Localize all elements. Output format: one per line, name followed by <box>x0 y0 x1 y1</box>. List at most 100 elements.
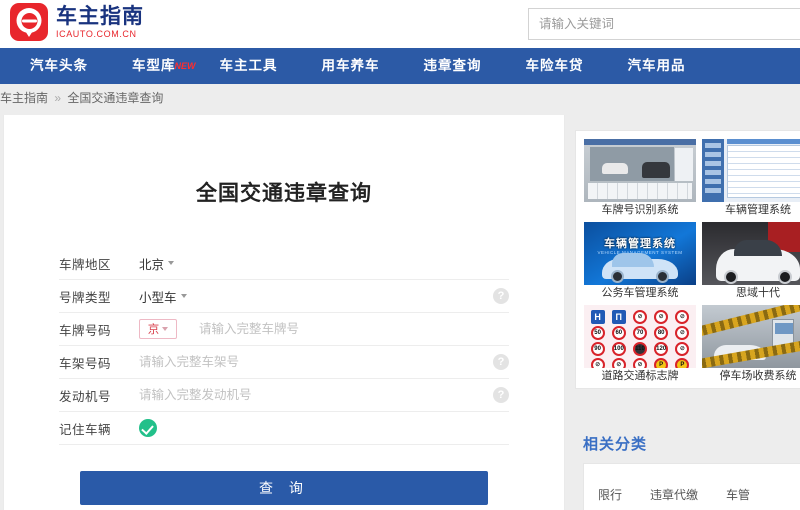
sign-cell: 100 <box>611 342 626 356</box>
gov-card-title: 车辆管理系统 <box>604 238 676 250</box>
breadcrumb-separator: » <box>54 91 62 105</box>
sign-cell: P <box>675 358 690 368</box>
nav-item-models[interactable]: 车型库 NEW <box>110 48 198 84</box>
nav-item-news[interactable]: 汽车头条 <box>8 48 110 84</box>
form-row-remember-vehicle[interactable]: 记住车辆 <box>59 412 509 445</box>
promo-caption: 车牌号识别系统 <box>601 204 679 216</box>
sign-cell: 80 <box>654 326 669 340</box>
nav-item-insurance-loan[interactable]: 车险车贷 <box>504 48 606 84</box>
sign-cell: ⊘ <box>675 310 690 324</box>
chevron-down-icon <box>168 261 175 265</box>
nav-label: 汽车用品 <box>627 58 686 73</box>
sign-cell: 60 <box>611 326 626 340</box>
vin-input[interactable] <box>139 355 509 369</box>
nav-label: 违章查询 <box>423 58 482 73</box>
plate-number-input[interactable] <box>199 322 509 336</box>
promo-item-anpr[interactable]: 车牌号识别系统 <box>584 139 696 218</box>
vms-thumbnail-icon <box>702 139 800 202</box>
violation-query-form: 车牌地区 北京 号牌类型 小型车 ? 车牌号码 京 请输入完整车牌号 车架号码 … <box>59 247 509 505</box>
sign-cell: 120 <box>654 342 669 356</box>
promo-caption: 思域十代 <box>736 287 780 299</box>
sign-cell: P <box>654 358 669 368</box>
sign-cell: П <box>611 310 626 324</box>
site-header: 车主指南 ICAUTO.COM.CN <box>0 0 800 48</box>
nav-label: 汽车头条 <box>30 58 88 73</box>
engine-number-input[interactable] <box>139 388 509 402</box>
promo-item-road-signs[interactable]: H П ⊘ ⊘ ⊘ 50 60 70 80 ⊘ 90 100 110 120 ⊘… <box>584 305 696 384</box>
form-row-plate-type[interactable]: 号牌类型 小型车 ? <box>59 280 509 313</box>
nav-new-badge: NEW <box>174 61 196 71</box>
nav-item-maintenance[interactable]: 用车养车 <box>300 48 402 84</box>
nav-list: 汽车头条 车型库 NEW 车主工具 用车养车 违章查询 车险车贷 汽车用品 <box>0 48 800 84</box>
nav-item-violation-query[interactable]: 违章查询 <box>402 48 504 84</box>
breadcrumb-root[interactable]: 车主指南 <box>0 91 48 105</box>
sign-cell: ⊘ <box>654 310 669 324</box>
site-logo[interactable]: 车主指南 ICAUTO.COM.CN <box>10 3 144 41</box>
help-icon[interactable]: ? <box>493 354 509 370</box>
form-row-vin[interactable]: 车架号码 ? <box>59 346 509 379</box>
page-title: 全国交通违章查询 <box>196 182 372 205</box>
sign-cell: 70 <box>632 326 647 340</box>
gov-fleet-thumbnail-icon: 车辆管理系统 VEHICLE MANAGEMENT SYSTEM <box>584 222 696 285</box>
plate-type-value: 小型车 <box>139 290 177 305</box>
search-box[interactable] <box>528 8 800 40</box>
promo-item-vms[interactable]: 车辆管理系统 <box>702 139 800 218</box>
related-categories-title: 相关分类 <box>583 436 648 453</box>
promo-caption: 道路交通标志牌 <box>601 370 679 382</box>
promo-item-gov-fleet[interactable]: 车辆管理系统 VEHICLE MANAGEMENT SYSTEM 公务车管理系统 <box>584 222 696 301</box>
road-signs-thumbnail-icon: H П ⊘ ⊘ ⊘ 50 60 70 80 ⊘ 90 100 110 120 ⊘… <box>584 305 696 368</box>
remember-vehicle-checkmark-icon[interactable] <box>139 419 157 437</box>
logo-pin-icon <box>10 3 48 41</box>
label-vin: 车架号码 <box>59 356 112 371</box>
breadcrumb-current: 全国交通违章查询 <box>67 91 164 105</box>
search-input[interactable] <box>529 9 800 39</box>
nav-item-accessories[interactable]: 汽车用品 <box>606 48 708 84</box>
sign-cell: ⊘ <box>590 358 605 368</box>
logo-title-cn: 车主指南 <box>56 4 144 28</box>
sign-cell: H <box>590 310 605 324</box>
page-root: 车主指南 ICAUTO.COM.CN 汽车头条 车型库NEW 车主工具 用车养车… <box>0 0 800 510</box>
nav-label: 车险车贷 <box>525 58 584 73</box>
parking-thumbnail-icon <box>702 305 800 368</box>
civic-thumbnail-icon <box>702 222 800 285</box>
chevron-down-icon <box>180 294 187 298</box>
breadcrumb: 车主指南 » 全国交通违章查询 <box>0 90 560 106</box>
promo-caption: 停车场收费系统 <box>719 370 797 382</box>
form-row-plate-number[interactable]: 车牌号码 京 <box>59 313 509 346</box>
sign-cell: 50 <box>590 326 605 340</box>
label-engine-number: 发动机号 <box>59 389 112 404</box>
sign-cell: 110 <box>632 342 647 356</box>
select-plate-prefix[interactable]: 京 <box>139 319 177 339</box>
submit-query-button[interactable]: 查 询 <box>80 471 488 505</box>
promo-grid: 车牌号识别系统 车辆管理系统 车辆管理系统 VEHICLE MANAGEMENT… <box>584 139 800 384</box>
related-categories-box: 限行 违章代缴 车管 <box>583 463 800 510</box>
related-tag[interactable]: 车管 <box>726 486 750 503</box>
plate-prefix-value: 京 <box>147 324 160 336</box>
label-region: 车牌地区 <box>59 257 112 272</box>
sign-cell: 90 <box>590 342 605 356</box>
related-tag-list: 限行 违章代缴 车管 <box>584 464 800 503</box>
sign-cell: ⊘ <box>675 342 690 356</box>
violation-query-card: 全国交通违章查询 车牌地区 北京 号牌类型 小型车 ? 车牌号码 京 请输入完整… <box>3 115 565 510</box>
help-icon[interactable]: ? <box>493 387 509 403</box>
nav-label: 用车养车 <box>321 58 380 73</box>
promo-caption: 公务车管理系统 <box>601 287 679 299</box>
select-plate-type[interactable]: 小型车 <box>139 287 187 306</box>
sign-cell: ⊘ <box>675 326 690 340</box>
nav-label: 车主工具 <box>219 58 278 73</box>
nav-item-tools[interactable]: 车主工具 <box>198 48 300 84</box>
form-row-region[interactable]: 车牌地区 北京 <box>59 247 509 280</box>
anpr-thumbnail-icon <box>584 139 696 202</box>
related-tag[interactable]: 违章代缴 <box>650 486 698 503</box>
sign-cell: ⊘ <box>611 358 626 368</box>
label-remember-vehicle: 记住车辆 <box>59 422 112 437</box>
label-plate-number: 车牌号码 <box>59 323 112 338</box>
promo-caption: 车辆管理系统 <box>725 204 791 216</box>
help-icon[interactable]: ? <box>493 288 509 304</box>
sign-cell: ⊘ <box>632 358 647 368</box>
related-tag[interactable]: 限行 <box>598 486 622 503</box>
promo-item-parking[interactable]: 停车场收费系统 <box>702 305 800 384</box>
select-region[interactable]: 北京 <box>139 254 175 273</box>
promo-item-civic[interactable]: 思域十代 <box>702 222 800 301</box>
form-row-engine-number[interactable]: 发动机号 ? <box>59 379 509 412</box>
